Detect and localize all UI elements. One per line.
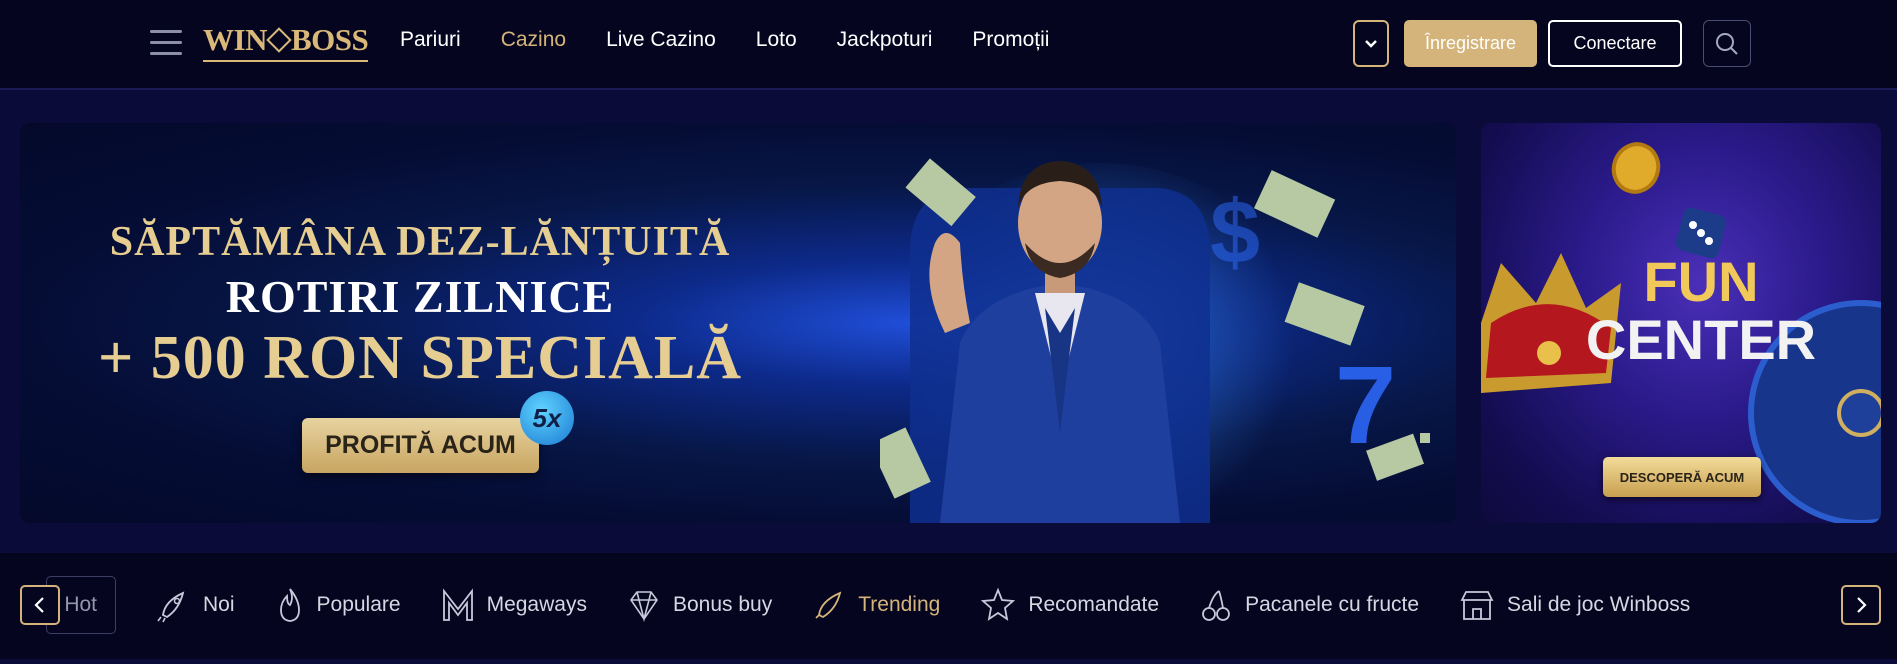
nav-cazino[interactable]: Cazino — [501, 28, 566, 52]
category-trending[interactable]: Trending — [812, 581, 940, 629]
site-header: WIN BOSS Pariuri Cazino Live Cazino Loto… — [0, 0, 1897, 90]
search-button[interactable] — [1703, 20, 1751, 67]
register-button[interactable]: Înregistrare — [1404, 20, 1537, 67]
search-icon — [1716, 32, 1738, 55]
flame-icon — [279, 588, 300, 622]
category-label: Sali de joc Winboss — [1507, 593, 1691, 616]
headline-line-1: SĂPTĂMÂNA DEZ-LĂNȚUITĂ — [109, 219, 731, 265]
cherry-icon — [1202, 590, 1230, 621]
headline-line-2: ROTIRI ZILNICE — [225, 271, 615, 322]
headline-line-3: + 500 RON SPECIALĂ — [97, 324, 743, 392]
category-next-button[interactable] — [1841, 585, 1881, 625]
banner-headline: SĂPTĂMÂNA DEZ-LĂNȚUITĂ ROTIRI ZILNICE + … — [20, 218, 820, 394]
discover-now-button[interactable]: DESCOPERĂ ACUM — [1603, 457, 1761, 497]
fun-title-line-2: CENTER — [1585, 308, 1817, 371]
category-prev-button[interactable] — [20, 585, 60, 625]
multiplier-badge: 5x — [520, 391, 574, 445]
profit-now-button[interactable]: PROFITĂ ACUM — [302, 418, 539, 473]
promo-banner-main[interactable]: 7 $ SĂPTĂMÂNA DEZ-LĂNȚUITĂ ROTIRI ZILNIC… — [20, 123, 1456, 523]
chevron-left-icon — [34, 597, 44, 613]
nav-promotii[interactable]: Promoții — [972, 28, 1049, 52]
logo-text-right: BOSS — [290, 22, 369, 57]
star-icon — [981, 587, 1016, 621]
category-label: Recomandate — [1028, 593, 1160, 616]
rocket-icon — [157, 591, 185, 623]
game-category-bar: Hot Noi Populare Megaways Bonus buy Tren… — [0, 553, 1897, 659]
category-megaways[interactable]: Megaways — [441, 581, 587, 629]
category-label: Pacanele cu fructe — [1245, 593, 1420, 616]
gold-coin-icon — [1611, 142, 1661, 194]
category-noi[interactable]: Noi — [155, 581, 235, 629]
category-label: Bonus buy — [672, 593, 773, 616]
nav-pariuri[interactable]: Pariuri — [400, 28, 461, 52]
menu-hamburger-icon[interactable] — [150, 30, 182, 56]
chevron-down-icon — [1365, 39, 1377, 48]
category-populare[interactable]: Populare — [275, 581, 401, 629]
category-bonus-buy[interactable]: Bonus buy — [627, 581, 772, 629]
main-nav: Pariuri Cazino Live Cazino Loto Jackpotu… — [400, 28, 1049, 52]
header-dropdown-button[interactable] — [1353, 20, 1389, 67]
trending-rocket-icon — [815, 591, 842, 619]
nav-live-cazino[interactable]: Live Cazino — [606, 28, 716, 52]
logo-text-left: WIN — [203, 22, 267, 57]
chevron-right-icon — [1857, 597, 1867, 613]
fun-center-banner[interactable]: FUN CENTER DESCOPERĂ ACUM — [1481, 123, 1881, 523]
category-list: Noi Populare Megaways Bonus buy Trending… — [155, 581, 1730, 629]
winboss-logo[interactable]: WIN BOSS — [203, 22, 369, 62]
nav-loto[interactable]: Loto — [756, 28, 797, 52]
store-icon — [1460, 591, 1494, 620]
megaways-m-icon — [442, 588, 473, 621]
category-recomandate[interactable]: Recomandate — [980, 581, 1159, 629]
category-sali-de-joc[interactable]: Sali de joc Winboss — [1459, 581, 1690, 629]
diamond-icon — [629, 591, 658, 622]
fun-center-title: FUN CENTER — [1581, 253, 1821, 369]
category-label: Megaways — [486, 593, 587, 616]
category-label: Noi — [203, 593, 235, 616]
money-bills-decoration: 7 $ — [880, 158, 1430, 499]
nav-jackpoturi[interactable]: Jackpoturi — [837, 28, 933, 52]
logo-diamond-icon — [266, 27, 292, 53]
svg-text:$: $ — [1210, 183, 1260, 283]
category-label: Populare — [316, 593, 401, 616]
login-button[interactable]: Conectare — [1548, 20, 1682, 67]
category-pacanele-fructe[interactable]: Pacanele cu fructe — [1199, 581, 1419, 629]
category-label: Trending — [858, 593, 941, 616]
fun-title-line-1: FUN — [1643, 250, 1759, 313]
svg-text:7: 7 — [1335, 344, 1396, 467]
